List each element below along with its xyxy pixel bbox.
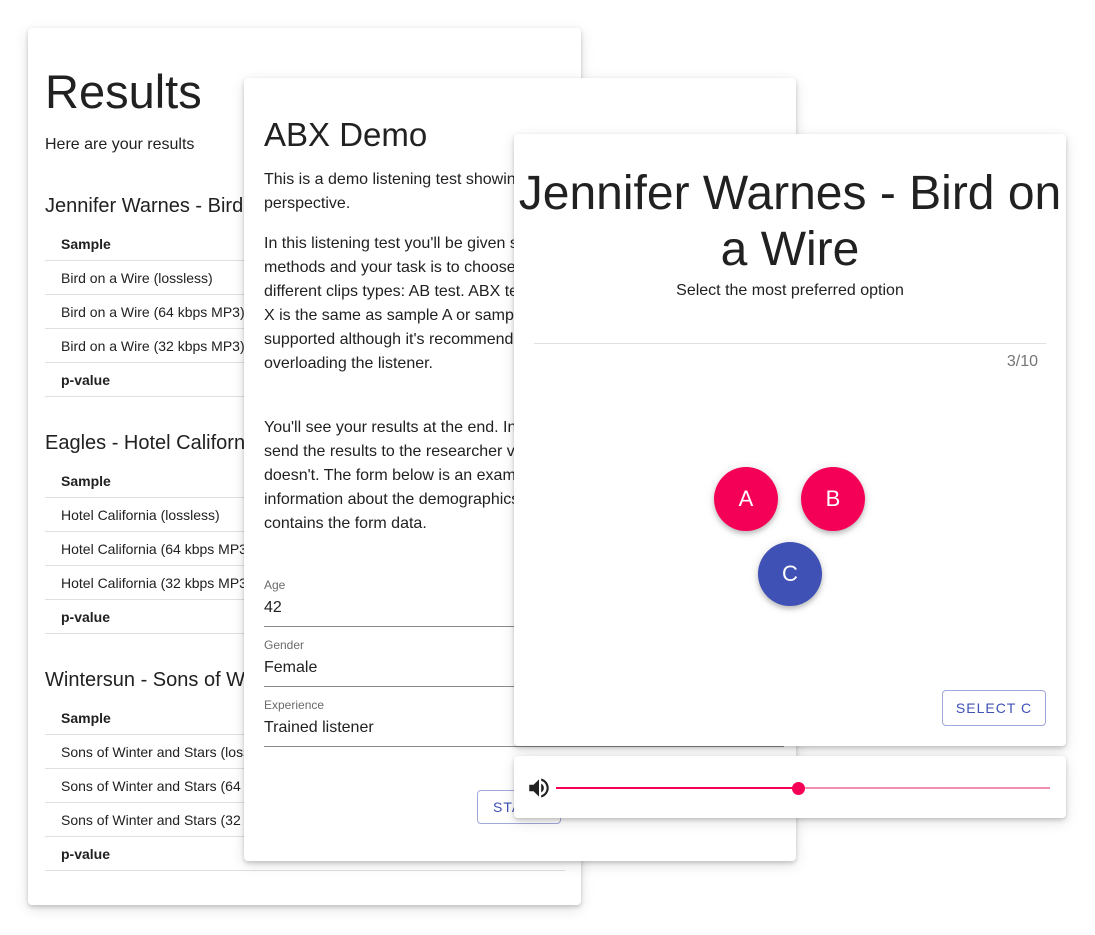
slider-thumb[interactable] <box>791 782 805 795</box>
question-progress: 3/10 <box>1006 353 1038 370</box>
abx-title: ABX Demo <box>264 116 428 153</box>
audio-player <box>514 756 1066 818</box>
slider-progress[interactable] <box>556 787 799 789</box>
volume-up-icon[interactable] <box>526 775 552 801</box>
option-c-button[interactable]: C <box>758 542 822 606</box>
divider <box>534 343 1046 344</box>
gender-value[interactable]: Female <box>264 659 317 677</box>
option-a-button[interactable]: A <box>714 467 778 531</box>
select-button[interactable]: SELECT C <box>942 690 1046 726</box>
option-b-button[interactable]: B <box>801 467 865 531</box>
age-label: Age <box>264 578 286 592</box>
question-title: Jennifer Warnes - Bird on a Wire <box>518 167 1062 276</box>
gender-label: Gender <box>264 638 305 652</box>
age-value[interactable]: 42 <box>264 599 282 617</box>
experience-label: Experience <box>264 698 325 712</box>
experience-value[interactable]: Trained listener <box>264 719 374 737</box>
slider-track[interactable] <box>798 787 1050 789</box>
question-card: Jennifer Warnes - Bird on a Wire Select … <box>514 134 1066 746</box>
results-title: Results <box>45 65 202 118</box>
question-subtitle: Select the most preferred option <box>676 282 904 299</box>
results-subtitle: Here are your results <box>45 136 195 153</box>
